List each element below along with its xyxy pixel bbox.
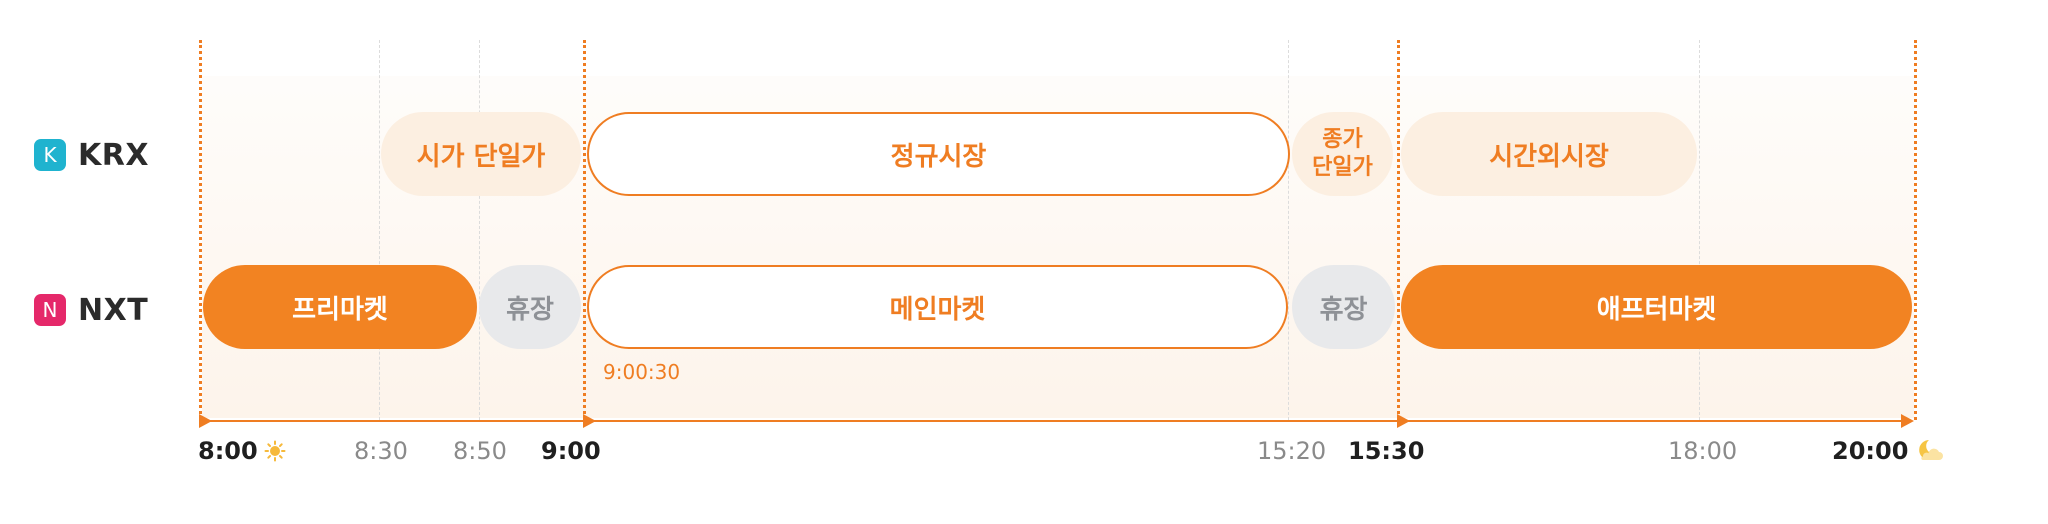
exchange-krx: K KRX	[34, 135, 149, 175]
moon-cloud-icon	[1919, 440, 1944, 460]
nxt-break-morning: 휴장	[479, 265, 581, 349]
nxt-main-market-session: 메인마켓	[587, 265, 1288, 349]
timeline-axis	[199, 420, 1911, 422]
gridline-8-50	[479, 40, 480, 420]
tick-label-20-00: 20:00	[1832, 437, 1944, 465]
tick-label-15-20: 15:20	[1257, 437, 1327, 465]
tick-label-18-00: 18:00	[1668, 437, 1738, 465]
gridline-15-20	[1288, 40, 1289, 420]
krx-badge-icon: K	[34, 139, 66, 171]
tick-label-8-50: 8:50	[453, 437, 507, 465]
boundary-line-8-00	[199, 40, 202, 420]
krx-after-hours-session: 시간외시장	[1401, 112, 1697, 196]
axis-arrow-9-00	[583, 414, 596, 428]
nxt-break-afternoon: 휴장	[1292, 265, 1395, 349]
tick-label-15-30: 15:30	[1348, 437, 1425, 465]
tick-label-8-30: 8:30	[354, 437, 408, 465]
boundary-line-15-30	[1397, 40, 1400, 420]
exchange-name-krx: KRX	[78, 137, 149, 173]
exchange-nxt: N NXT	[34, 290, 148, 330]
axis-arrow-8-00	[199, 414, 212, 428]
axis-arrow-15-30	[1397, 414, 1410, 428]
exchange-name-nxt: NXT	[78, 292, 149, 328]
main-market-start-note: 9:00:30	[603, 360, 681, 384]
krx-regular-session: 정규시장	[587, 112, 1290, 196]
tick-label-8-00: 8:00	[198, 437, 286, 465]
tick-label-9-00: 9:00	[541, 437, 601, 465]
gridline-8-30	[379, 40, 380, 420]
sun-icon	[264, 440, 286, 462]
axis-arrow-20-00	[1901, 414, 1914, 428]
krx-opening-auction-session: 시가 단일가	[381, 112, 581, 196]
gridline-18-00	[1699, 40, 1700, 420]
krx-closing-auction-session: 종가 단일가	[1292, 112, 1393, 196]
boundary-line-20-00	[1914, 40, 1917, 420]
boundary-line-9-00	[583, 40, 586, 420]
nxt-badge-icon: N	[34, 294, 66, 326]
nxt-after-market-session: 애프터마켓	[1401, 265, 1912, 349]
nxt-pre-market-session: 프리마켓	[203, 265, 477, 349]
